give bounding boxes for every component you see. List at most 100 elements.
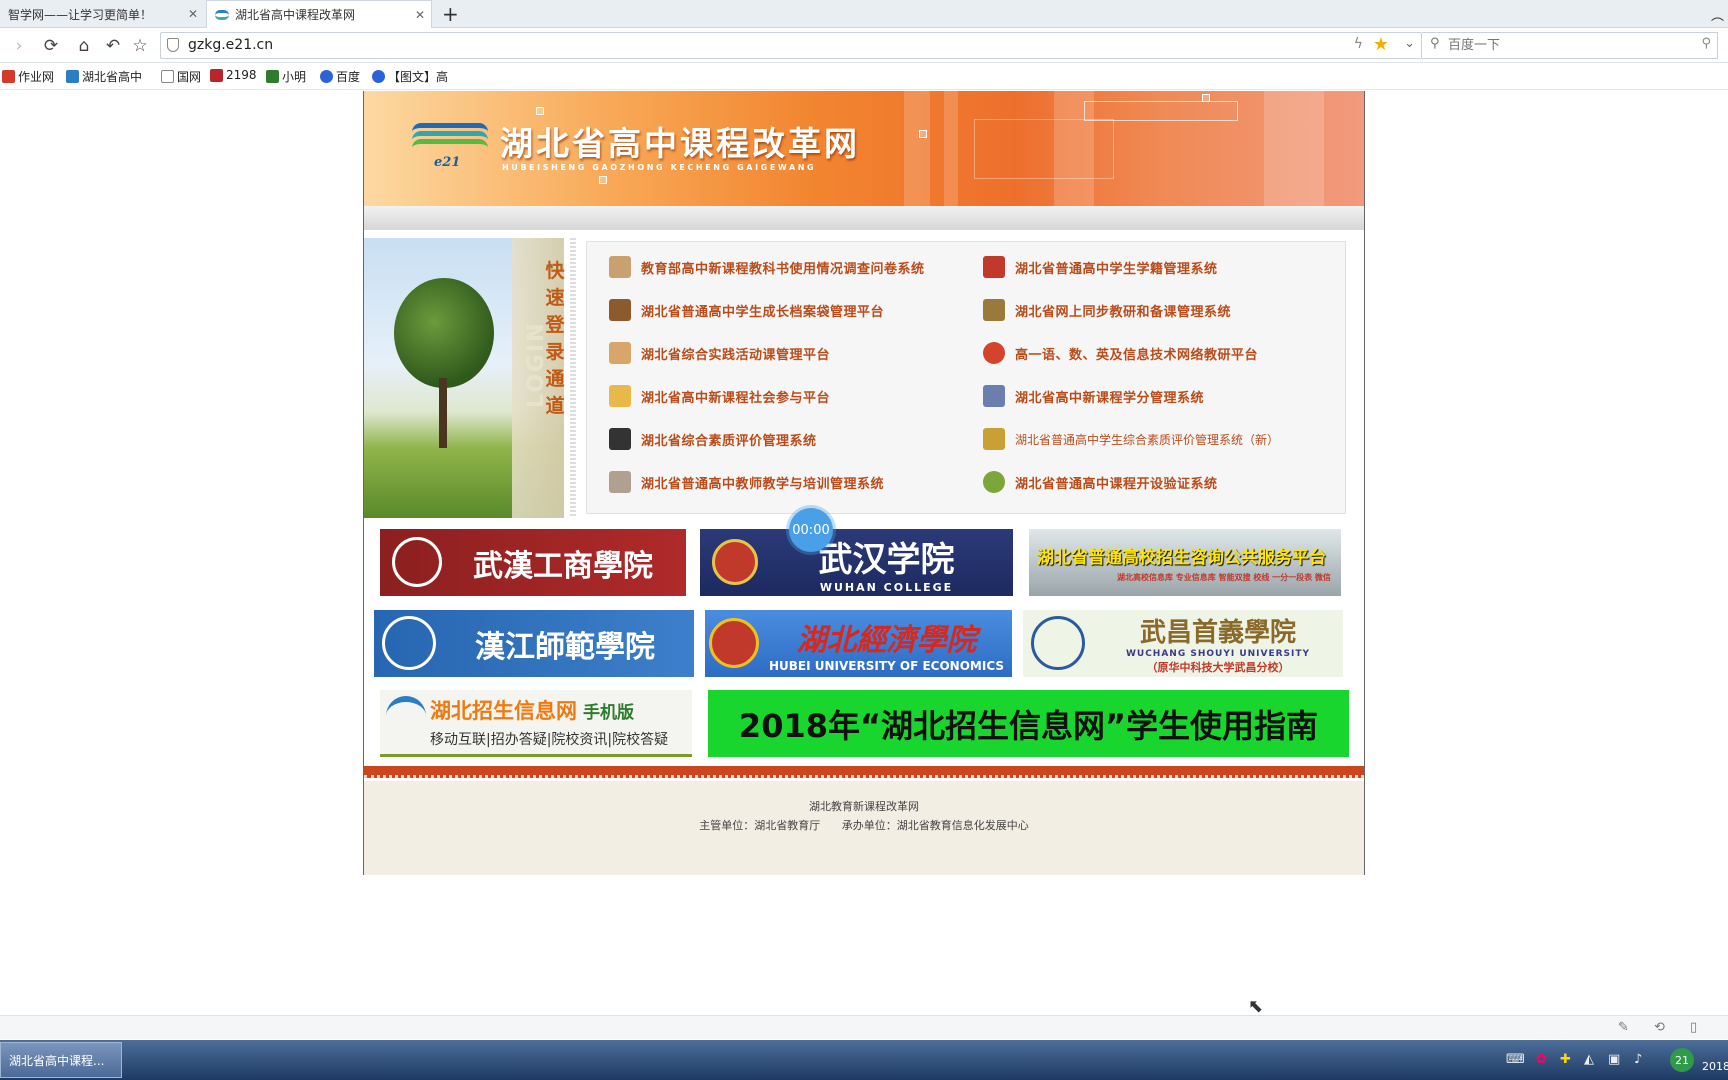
refresh-circle-icon[interactable]: ⟲ bbox=[1654, 1020, 1665, 1035]
quick-login-panel[interactable]: LOGIN 快速登录通道 bbox=[364, 238, 565, 518]
bookmark-label: 国网 bbox=[177, 70, 202, 84]
phone-icon bbox=[609, 299, 631, 321]
flower-icon[interactable]: ✿ bbox=[1536, 1052, 1547, 1067]
bookmark-icon bbox=[266, 70, 279, 83]
bookmark-label: 作业网 bbox=[18, 70, 55, 84]
footer-site-name: 湖北教育新课程改革网 bbox=[809, 800, 919, 813]
search-box[interactable]: ⚲ ⚲ bbox=[1422, 32, 1718, 59]
system-links-panel: 教育部高中新课程教科书使用情况调查问卷系统 湖北省普通高中学生成长档案袋管理平台… bbox=[586, 241, 1346, 514]
speed-mode-icon[interactable]: ϟ bbox=[1354, 36, 1363, 52]
bookmark-label: 2198 bbox=[226, 68, 257, 82]
network-icon[interactable]: ◭ bbox=[1584, 1052, 1594, 1067]
favorite-icon[interactable]: ☆ bbox=[129, 36, 151, 56]
ad-wuchang-shouyi[interactable]: 武昌首義學院 WUCHANG SHOUYI UNIVERSITY （原华中科技大… bbox=[1023, 610, 1343, 677]
wifi-icon bbox=[983, 342, 1005, 364]
close-tab-icon[interactable]: ✕ bbox=[415, 8, 425, 22]
divider-bar bbox=[364, 206, 1364, 230]
tab-active-gzkg[interactable]: 湖北省高中课程改革网 ✕ bbox=[206, 0, 432, 28]
new-tab-button[interactable]: + bbox=[442, 2, 459, 26]
bookmark-icon bbox=[66, 70, 79, 83]
bookmark-item[interactable]: 湖北省高中 bbox=[66, 68, 142, 85]
decor-frame bbox=[1084, 101, 1238, 121]
link-practice-activities[interactable]: 湖北省综合实践活动课管理平台 bbox=[609, 342, 830, 364]
link-quality-evaluation-new[interactable]: 湖北省普通高中学生综合素质评价管理系统（新） bbox=[983, 428, 1279, 450]
forward-icon[interactable]: › bbox=[8, 36, 30, 56]
link-network-research[interactable]: 高一语、数、英及信息技术网络教研平台 bbox=[983, 342, 1258, 364]
link-textbook-survey[interactable]: 教育部高中新课程教科书使用情况调查问卷系统 bbox=[609, 256, 925, 278]
link-online-research[interactable]: 湖北省网上同步教研和备课管理系统 bbox=[983, 299, 1231, 321]
site-logo-icon bbox=[386, 696, 426, 726]
decor-wave-border bbox=[364, 766, 1364, 778]
site-banner: e21 湖北省高中课程改革网 HUBEISHENG GAOZHONG KECHE… bbox=[364, 91, 1364, 206]
bookmark-item[interactable]: 国网 bbox=[161, 68, 201, 85]
pin-icon[interactable]: ✎ bbox=[1618, 1020, 1629, 1035]
taskbar-browser-window[interactable]: 湖北省高中课程... bbox=[0, 1042, 122, 1078]
plant-icon bbox=[983, 471, 1005, 493]
os-taskbar: 湖北省高中课程... ⌨ ✿ ✚ ◭ ▣ ♪ 21 2018 bbox=[0, 1040, 1728, 1080]
clock-badge[interactable]: 21 bbox=[1670, 1048, 1694, 1072]
search-submit-icon[interactable]: ⚲ bbox=[1701, 36, 1711, 51]
bookmark-icon bbox=[210, 68, 223, 82]
ad-hubei-economics[interactable]: 湖北經濟學院 HUBEI UNIVERSITY OF ECONOMICS bbox=[705, 610, 1012, 677]
bookmark-label: 百度 bbox=[336, 70, 361, 84]
link-teacher-training[interactable]: 湖北省普通高中教师教学与培训管理系统 bbox=[609, 471, 884, 493]
link-quality-evaluation[interactable]: 湖北省综合素质评价管理系统 bbox=[609, 428, 817, 450]
keyboard-icon[interactable]: ⌨ bbox=[1506, 1052, 1525, 1067]
security-plus-icon[interactable]: ✚ bbox=[1560, 1052, 1571, 1067]
ad-hanjiang-normal[interactable]: 漢江師範學院 bbox=[374, 610, 694, 677]
bookmark-item[interactable]: 百度 bbox=[320, 68, 360, 85]
bookmark-item[interactable]: 小明 bbox=[266, 68, 306, 85]
link-student-status[interactable]: 湖北省普通高中学生学籍管理系统 bbox=[983, 256, 1218, 278]
display-icon[interactable]: ▣ bbox=[1608, 1052, 1620, 1067]
reload-icon[interactable]: ⟳ bbox=[40, 36, 62, 56]
browser-status-bar: ✎ ⟲ ▯ bbox=[0, 1015, 1728, 1039]
box-icon bbox=[983, 299, 1005, 321]
ad-admission-mobile[interactable]: 湖北招生信息网 手机版 移动互联|招办答疑|院校资讯|院校答疑 bbox=[380, 690, 692, 757]
trash-icon[interactable]: ▯ bbox=[1690, 1020, 1697, 1035]
ad-admission-platform[interactable]: 湖北省普通高校招生咨询公共服务平台 湖北高校信息库 专业信息库 智能双搜 校线 … bbox=[1029, 529, 1341, 596]
decor-dot bbox=[919, 130, 927, 138]
decor-dot bbox=[599, 176, 607, 184]
ad-wuhan-business[interactable]: 武漢工商學院 bbox=[380, 529, 686, 596]
search-input[interactable] bbox=[1448, 36, 1688, 55]
college-seal-icon bbox=[382, 616, 436, 670]
chevron-down-icon[interactable]: ⌄ bbox=[1404, 36, 1415, 51]
recording-timer: 00:00 bbox=[789, 508, 833, 552]
separator bbox=[570, 238, 576, 518]
footer-organizers: 主管单位：湖北省教育厅 承办单位：湖北省教育信息化发展中心 bbox=[699, 819, 1029, 832]
tab-label: 湖北省高中课程改革网 bbox=[235, 8, 356, 22]
link-social-participation[interactable]: 湖北省高中新课程社会参与平台 bbox=[609, 385, 830, 407]
tab-label: 智学网——让学习更简单！ bbox=[8, 7, 153, 22]
bookmark-item[interactable]: 2198 bbox=[210, 68, 257, 82]
ad-student-guide[interactable]: 2018年“湖北招生信息网”学生使用指南 bbox=[708, 690, 1349, 757]
volume-icon[interactable]: ♪ bbox=[1634, 1052, 1642, 1067]
link-course-verification[interactable]: 湖北省普通高中课程开设验证系统 bbox=[983, 471, 1218, 493]
security-shield-icon bbox=[167, 38, 179, 52]
bookmark-label: 【图文】高 bbox=[388, 70, 449, 84]
quick-login-title: 快速登录通道 bbox=[545, 260, 565, 417]
tab-zhixue[interactable]: 智学网——让学习更简单！ ✕ bbox=[0, 0, 204, 28]
url-text[interactable]: gzkg.e21.cn bbox=[188, 37, 273, 53]
site-title: 湖北省高中课程改革网 bbox=[500, 124, 860, 163]
address-bar[interactable]: gzkg.e21.cn ϟ ★ ⌄ bbox=[160, 32, 1422, 59]
tab-menu-icon[interactable]: ︵ bbox=[1711, 5, 1724, 24]
navigation-bar: › ⟳ ⌂ ↶ ☆ gzkg.e21.cn ϟ ★ ⌄ ⚲ ⚲ bbox=[0, 29, 1728, 63]
site-logo-icon bbox=[412, 119, 488, 159]
undo-icon[interactable]: ↶ bbox=[102, 36, 124, 56]
close-tab-icon[interactable]: ✕ bbox=[188, 7, 198, 21]
bookmark-item[interactable]: 【图文】高 bbox=[372, 68, 448, 85]
bookmark-item[interactable]: 作业网 bbox=[2, 68, 54, 85]
link-credit-management[interactable]: 湖北省高中新课程学分管理系统 bbox=[983, 385, 1204, 407]
bookmark-label: 小明 bbox=[282, 70, 307, 84]
monitor-icon bbox=[609, 428, 631, 450]
home-icon[interactable]: ⌂ bbox=[73, 36, 95, 56]
tree-image bbox=[394, 278, 494, 448]
mouse-cursor-icon: ⬉ bbox=[1248, 996, 1264, 1017]
site-favicon-icon bbox=[215, 9, 229, 20]
decor-dot bbox=[1202, 94, 1210, 102]
house-icon bbox=[609, 256, 631, 278]
link-growth-portfolio[interactable]: 湖北省普通高中学生成长档案袋管理平台 bbox=[609, 299, 884, 321]
ad-wuhan-college[interactable]: 武汉学院 WUHAN COLLEGE bbox=[700, 529, 1013, 596]
college-seal-icon bbox=[1031, 616, 1085, 670]
bookmark-star-icon[interactable]: ★ bbox=[1373, 34, 1389, 55]
